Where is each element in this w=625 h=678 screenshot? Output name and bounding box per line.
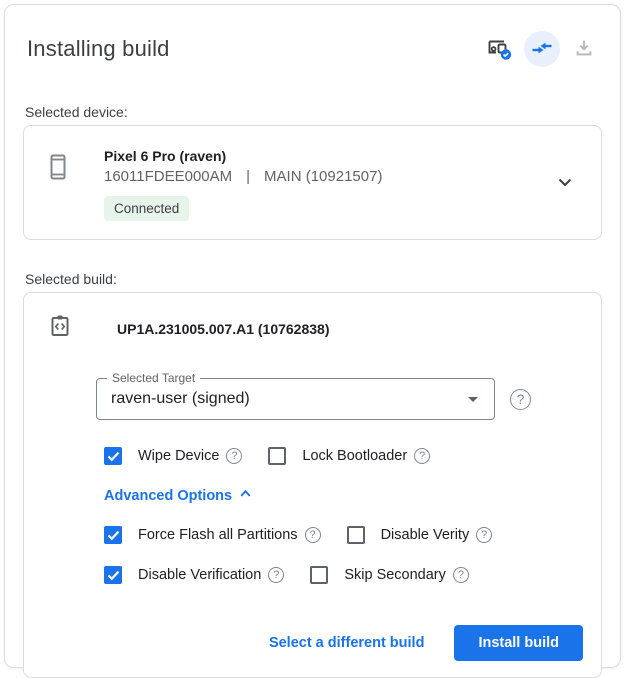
selected-target-select[interactable]: Selected Target raven-user (signed) xyxy=(96,378,495,420)
status-badge: Connected xyxy=(104,196,189,221)
help-icon[interactable] xyxy=(305,527,321,543)
device-serial-row: 16011FDEE000AM | MAIN (10921507) xyxy=(104,168,547,185)
checkbox-label: Lock Bootloader xyxy=(302,448,407,464)
build-name: UP1A.231005.007.A1 (10762838) xyxy=(117,321,330,337)
help-icon[interactable] xyxy=(453,567,469,583)
selected-build-card: UP1A.231005.007.A1 (10762838) Selected T… xyxy=(23,292,602,678)
clipboard-code-icon xyxy=(48,313,72,344)
device-name: Pixel 6 Pro (raven) xyxy=(104,148,547,164)
checkbox-box[interactable] xyxy=(310,566,328,584)
selected-device-card: Pixel 6 Pro (raven) 16011FDEE000AM | MAI… xyxy=(23,125,602,240)
dropdown-arrow-icon xyxy=(468,397,478,402)
help-icon[interactable] xyxy=(268,567,284,583)
build-options-body: Selected Target raven-user (signed) Wipe… xyxy=(96,378,583,584)
help-icon[interactable] xyxy=(476,527,492,543)
checkbox-label: Skip Secondary xyxy=(344,567,446,583)
help-icon[interactable] xyxy=(226,448,242,464)
checkbox-wipe-device[interactable]: Wipe Device xyxy=(104,447,242,465)
build-card-actions: Select a different build Install build xyxy=(48,625,583,661)
options-row-3: Disable Verification Skip Secondary xyxy=(104,566,583,584)
device-card-expander[interactable] xyxy=(547,164,583,205)
checkbox-box[interactable] xyxy=(104,447,122,465)
checkbox-label: Disable Verity xyxy=(381,527,470,543)
device-branch: MAIN (10921507) xyxy=(264,168,382,185)
chevron-down-icon xyxy=(553,181,577,198)
devices-with-check-icon xyxy=(485,35,515,64)
header-icon-group xyxy=(482,31,602,67)
selected-target-field-label: Selected Target xyxy=(107,371,200,385)
checkbox-box[interactable] xyxy=(268,447,286,465)
checkbox-box[interactable] xyxy=(104,526,122,544)
download-icon xyxy=(573,37,595,62)
checkbox-label: Disable Verification xyxy=(138,567,261,583)
help-icon[interactable] xyxy=(414,448,430,464)
target-help-icon[interactable] xyxy=(510,389,531,410)
advanced-options-label: Advanced Options xyxy=(104,488,232,504)
options-row-2: Force Flash all Partitions Disable Verit… xyxy=(104,526,583,544)
checkbox-lock-bootloader[interactable]: Lock Bootloader xyxy=(268,447,430,465)
page-title: Installing build xyxy=(23,36,170,62)
dialog-header: Installing build xyxy=(23,31,602,67)
connect-arrows-icon xyxy=(531,37,553,62)
download-build-button[interactable] xyxy=(566,31,602,67)
build-title-row: UP1A.231005.007.A1 (10762838) xyxy=(48,313,583,344)
install-build-button[interactable]: Install build xyxy=(454,625,583,661)
smartphone-icon xyxy=(46,152,70,187)
checkbox-force-flash[interactable]: Force Flash all Partitions xyxy=(104,526,321,544)
checkbox-disable-verification[interactable]: Disable Verification xyxy=(104,566,284,584)
checkbox-box[interactable] xyxy=(347,526,365,544)
connect-device-button[interactable] xyxy=(524,31,560,67)
separator: | xyxy=(246,168,250,185)
selected-target-value: raven-user (signed) xyxy=(111,390,468,408)
options-row-1: Wipe Device Lock Bootloader xyxy=(104,447,583,465)
device-info: Pixel 6 Pro (raven) 16011FDEE000AM | MAI… xyxy=(104,148,547,221)
advanced-options-toggle[interactable]: Advanced Options xyxy=(104,486,583,505)
device-serial: 16011FDEE000AM xyxy=(104,168,232,185)
checkbox-box[interactable] xyxy=(104,566,122,584)
checkbox-disable-verity[interactable]: Disable Verity xyxy=(347,526,493,544)
select-different-build-button[interactable]: Select a different build xyxy=(265,627,429,659)
checkbox-label: Wipe Device xyxy=(138,448,219,464)
selected-device-label: Selected device: xyxy=(23,104,602,120)
installing-build-dialog: Installing build xyxy=(4,4,621,668)
devices-connected-button[interactable] xyxy=(482,31,518,67)
selected-build-label: Selected build: xyxy=(23,271,602,287)
checkbox-label: Force Flash all Partitions xyxy=(138,527,298,543)
target-select-row: Selected Target raven-user (signed) xyxy=(96,378,583,420)
checkbox-skip-secondary[interactable]: Skip Secondary xyxy=(310,566,469,584)
caret-up-icon xyxy=(238,486,253,505)
